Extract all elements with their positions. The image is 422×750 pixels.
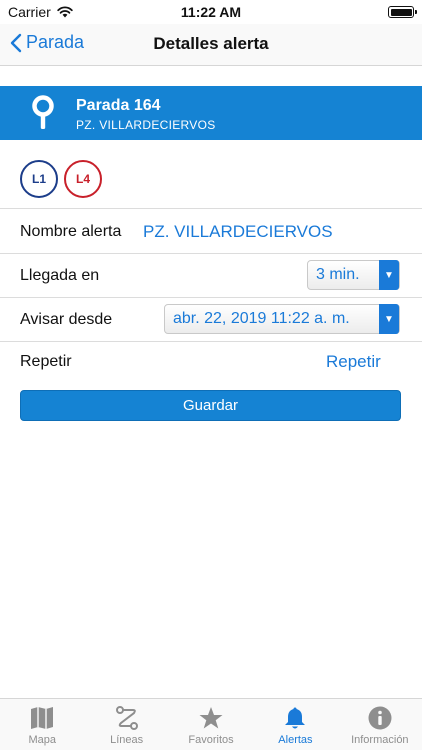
- chevron-down-icon: ▼: [379, 304, 399, 334]
- save-button[interactable]: Guardar: [20, 390, 401, 421]
- tab-informacion[interactable]: Información: [338, 699, 422, 750]
- map-icon: [31, 707, 54, 729]
- tab-mapa[interactable]: Mapa: [0, 699, 84, 750]
- tab-label: Favoritos: [188, 734, 234, 746]
- line-badges: L1 L4: [20, 160, 102, 198]
- tab-favoritos[interactable]: Favoritos: [169, 699, 253, 750]
- notify-row: Avisar desde abr. 22, 2019 11:22 a. m. ▼: [0, 297, 422, 341]
- arrival-row: Llegada en 3 min. ▼: [0, 253, 422, 297]
- arrival-select[interactable]: 3 min. ▼: [307, 260, 400, 290]
- arrival-select-value: 3 min.: [316, 266, 360, 283]
- alert-name-label: Nombre alerta: [20, 223, 122, 240]
- repeat-row: Repetir Repetir: [0, 341, 422, 381]
- route-icon: [115, 706, 138, 730]
- chevron-down-icon: ▼: [379, 260, 399, 290]
- repeat-button[interactable]: Repetir: [326, 352, 381, 372]
- arrival-label: Llegada en: [20, 267, 100, 284]
- bell-icon: [285, 707, 306, 729]
- status-time: 11:22 AM: [180, 4, 242, 20]
- line-badge-l1[interactable]: L1: [20, 160, 58, 198]
- stop-name: Parada 164: [76, 97, 161, 114]
- line-badge-l4[interactable]: L4: [64, 160, 102, 198]
- tab-alertas[interactable]: Alertas: [253, 699, 337, 750]
- notify-label: Avisar desde: [20, 311, 113, 328]
- tab-label: Información: [351, 734, 409, 746]
- notify-select[interactable]: abr. 22, 2019 11:22 a. m. ▼: [164, 304, 400, 334]
- battery-icon: [388, 6, 417, 18]
- stop-pin-icon: [32, 95, 54, 129]
- alert-name-value[interactable]: PZ. VILLARDECIERVOS: [143, 222, 333, 242]
- tab-label: Alertas: [278, 734, 313, 746]
- tab-lineas[interactable]: Líneas: [84, 699, 168, 750]
- navigation-bar: Parada Detalles alerta: [0, 24, 422, 66]
- star-icon: [199, 707, 223, 729]
- page-title: Detalles alerta: [153, 34, 269, 53]
- alert-name-row: Nombre alerta PZ. VILLARDECIERVOS: [0, 208, 422, 253]
- stop-address: PZ. VILLARDECIERVOS: [76, 118, 216, 132]
- notify-select-value: abr. 22, 2019 11:22 a. m.: [173, 310, 350, 327]
- info-icon: [368, 706, 392, 730]
- tab-label: Mapa: [28, 734, 56, 746]
- status-bar: Carrier 11:22 AM: [0, 0, 422, 24]
- repeat-label: Repetir: [20, 353, 72, 370]
- stop-banner: Parada 164 PZ. VILLARDECIERVOS: [0, 86, 422, 140]
- tab-label: Líneas: [110, 734, 144, 746]
- tab-bar: Mapa Líneas Favoritos Alertas Informació…: [0, 698, 422, 750]
